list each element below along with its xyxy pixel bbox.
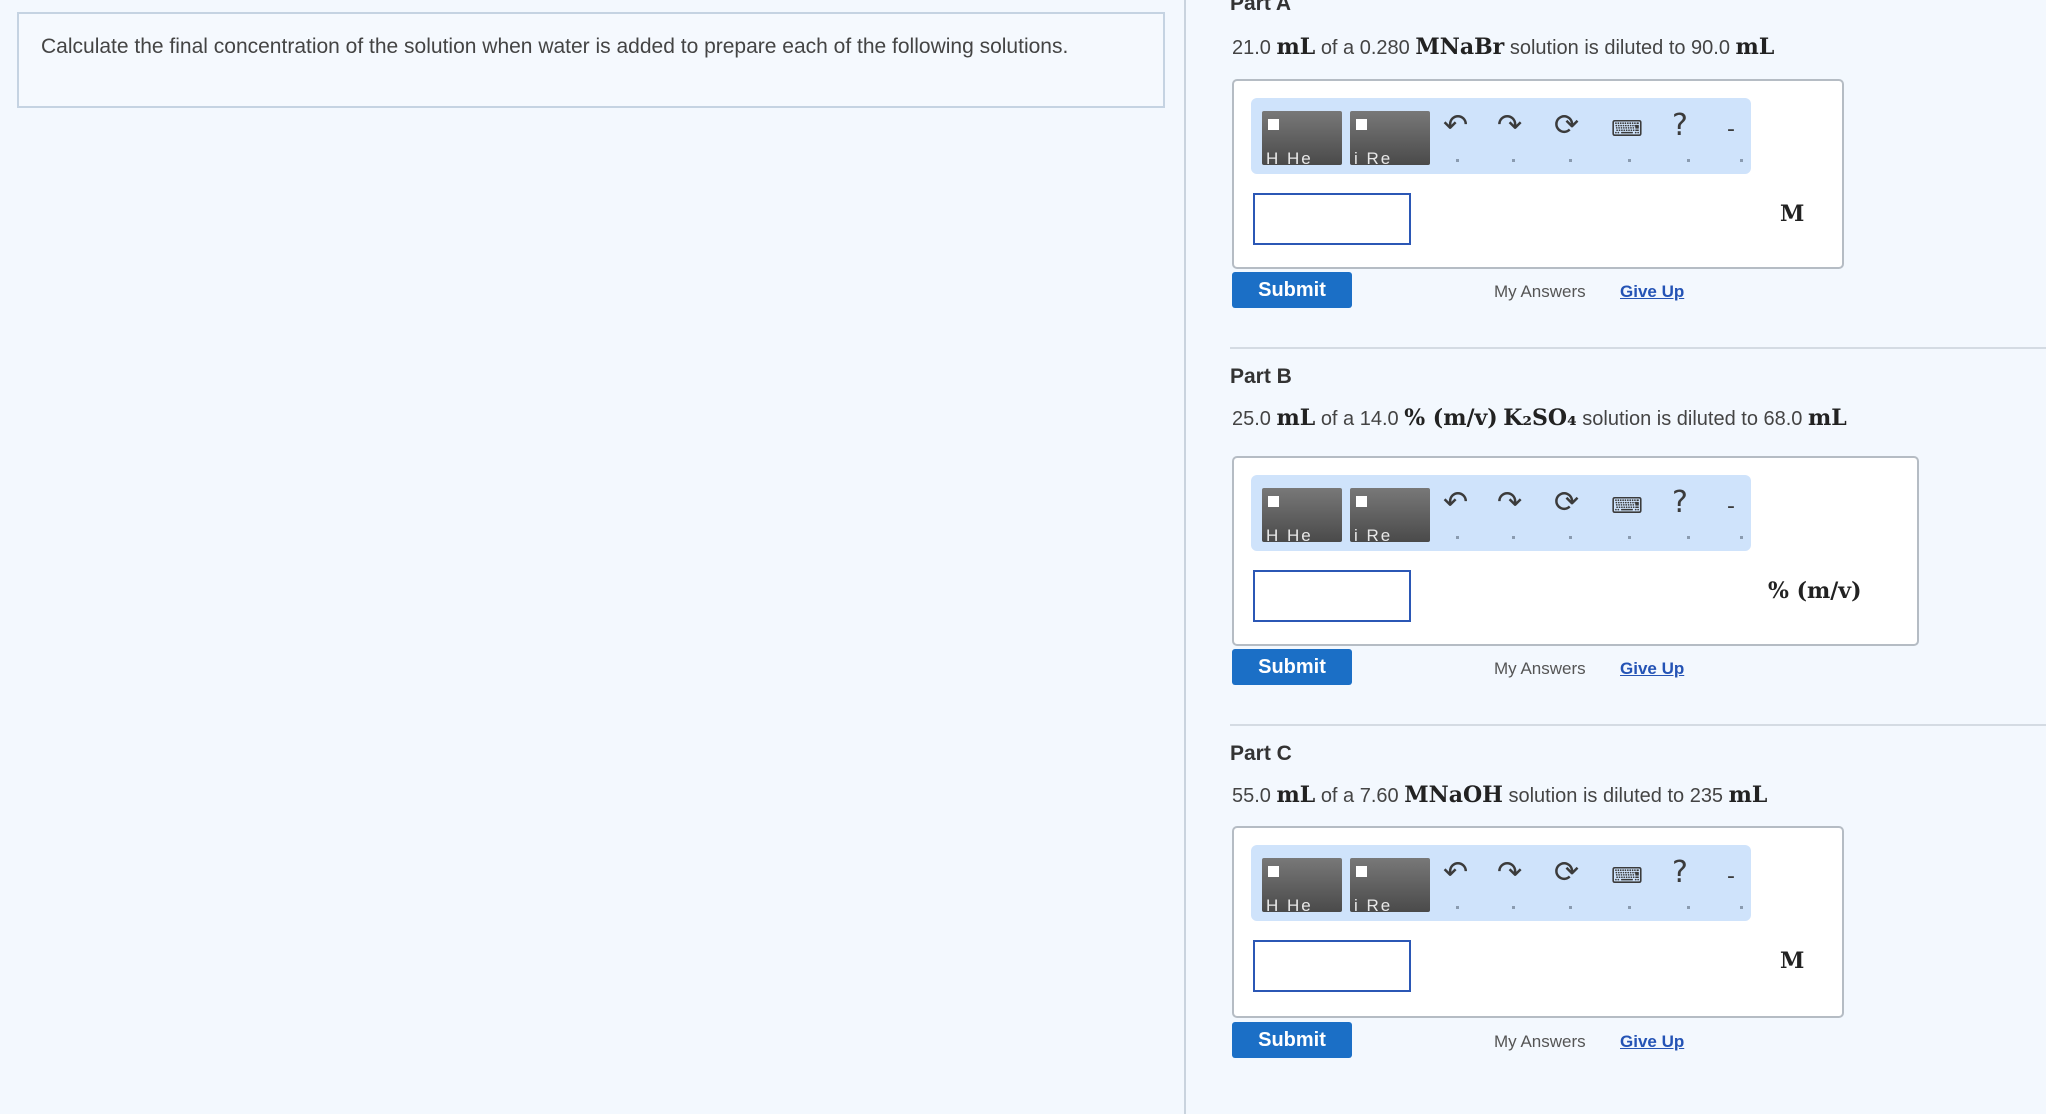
q-text: solution is diluted to 235 xyxy=(1508,785,1724,807)
help-icon[interactable]: ? xyxy=(1672,857,1688,889)
q-unit: mL xyxy=(1735,34,1775,60)
q-text: of a 7.60 xyxy=(1320,785,1399,807)
part-a-question: 21.0 mL of a 0.280 MNaBr solution is dil… xyxy=(1232,34,1774,60)
help-icon[interactable]: ? xyxy=(1672,110,1688,142)
divider xyxy=(1230,347,2046,349)
part-c-title: Part C xyxy=(1230,742,1292,765)
q-text: of a 14.0 xyxy=(1320,408,1399,430)
submit-button[interactable]: Submit xyxy=(1232,1022,1352,1058)
answer-input[interactable] xyxy=(1253,940,1411,992)
q-unit: mL xyxy=(1808,405,1847,431)
give-up-link[interactable]: Give Up xyxy=(1620,659,1684,679)
q-conc-unit: M xyxy=(1415,34,1440,60)
part-b-title: Part B xyxy=(1230,365,1292,388)
q-unit: mL xyxy=(1276,405,1316,431)
q-conc-unit: % (m/v) xyxy=(1404,405,1498,431)
reset-icon[interactable]: ⟳ xyxy=(1554,110,1579,142)
answer-input[interactable] xyxy=(1253,193,1411,245)
q-text: solution is diluted to 90.0 xyxy=(1509,37,1730,59)
problem-intro: Calculate the final concentration of the… xyxy=(17,12,1165,108)
keyboard-icon[interactable]: ⌨ xyxy=(1611,114,1643,146)
q-text: solution is diluted to 68.0 xyxy=(1582,408,1803,430)
reset-icon[interactable]: ⟳ xyxy=(1554,487,1579,519)
keyboard-icon[interactable]: ⌨ xyxy=(1611,861,1643,893)
q-conc-unit: M xyxy=(1404,782,1429,808)
divider xyxy=(1230,724,2046,726)
redo-icon[interactable]: ↷ xyxy=(1497,110,1522,142)
q-unit: mL xyxy=(1276,782,1316,808)
keyboard-icon[interactable]: ⌨ xyxy=(1611,491,1643,523)
my-answers-label: My Answers xyxy=(1494,282,1586,301)
my-answers-label: My Answers xyxy=(1494,659,1586,678)
problem-intro-pane: Calculate the final concentration of the… xyxy=(0,0,1186,1114)
undo-icon[interactable]: ↶ xyxy=(1443,857,1468,889)
part-a-answer-box: H He i Re ↶ ↷ ⟳ ⌨ ? - M xyxy=(1232,79,1844,269)
undo-icon[interactable]: ↶ xyxy=(1443,487,1468,519)
answer-unit: M xyxy=(1780,948,1805,974)
part-a-title: Part A xyxy=(1230,0,1292,15)
template-button[interactable]: i Re xyxy=(1350,858,1430,912)
answer-input[interactable] xyxy=(1253,570,1411,622)
part-c-answer-box: H He i Re ↶ ↷ ⟳ ⌨ ? - M xyxy=(1232,826,1844,1018)
part-b-question: 25.0 mL of a 14.0 % (m/v) K₂SO₄ solution… xyxy=(1232,405,1847,431)
answer-unit: M xyxy=(1780,201,1805,227)
template-button[interactable]: i Re xyxy=(1350,488,1430,542)
more-icon[interactable]: - xyxy=(1727,861,1735,893)
q-volume: 25.0 xyxy=(1232,408,1271,430)
redo-icon[interactable]: ↷ xyxy=(1497,857,1522,889)
q-solute: NaOH xyxy=(1428,782,1503,808)
give-up-link[interactable]: Give Up xyxy=(1620,282,1684,302)
undo-icon[interactable]: ↶ xyxy=(1443,110,1468,142)
q-unit: mL xyxy=(1276,34,1316,60)
q-volume: 55.0 xyxy=(1232,785,1271,807)
part-b-answer-box: H He i Re ↶ ↷ ⟳ ⌨ ? - % (m/v) xyxy=(1232,456,1919,646)
template-button[interactable]: H He xyxy=(1262,858,1342,912)
math-toolbar: H He i Re ↶ ↷ ⟳ ⌨ ? - xyxy=(1251,845,1751,921)
template-button[interactable]: H He xyxy=(1262,488,1342,542)
math-toolbar: H He i Re ↶ ↷ ⟳ ⌨ ? - xyxy=(1251,475,1751,551)
more-icon[interactable]: - xyxy=(1727,491,1735,523)
q-text: of a 0.280 xyxy=(1320,37,1410,59)
math-toolbar: H He i Re ↶ ↷ ⟳ ⌨ ? - xyxy=(1251,98,1751,174)
redo-icon[interactable]: ↷ xyxy=(1497,487,1522,519)
q-solute: NaBr xyxy=(1439,34,1505,60)
submit-button[interactable]: Submit xyxy=(1232,649,1352,685)
template-button[interactable]: i Re xyxy=(1350,111,1430,165)
question-pane: Part A 21.0 mL of a 0.280 MNaBr solution… xyxy=(1188,0,2046,1114)
answer-unit: % (m/v) xyxy=(1768,578,1862,604)
give-up-link[interactable]: Give Up xyxy=(1620,1032,1684,1052)
part-c-question: 55.0 mL of a 7.60 MNaOH solution is dilu… xyxy=(1232,782,1767,808)
template-button[interactable]: H He xyxy=(1262,111,1342,165)
more-icon[interactable]: - xyxy=(1727,114,1735,146)
my-answers-label: My Answers xyxy=(1494,1032,1586,1051)
submit-button[interactable]: Submit xyxy=(1232,272,1352,308)
help-icon[interactable]: ? xyxy=(1672,487,1688,519)
q-solute: K₂SO₄ xyxy=(1503,405,1577,431)
q-volume: 21.0 xyxy=(1232,37,1271,59)
q-unit: mL xyxy=(1728,782,1768,808)
reset-icon[interactable]: ⟳ xyxy=(1554,857,1579,889)
